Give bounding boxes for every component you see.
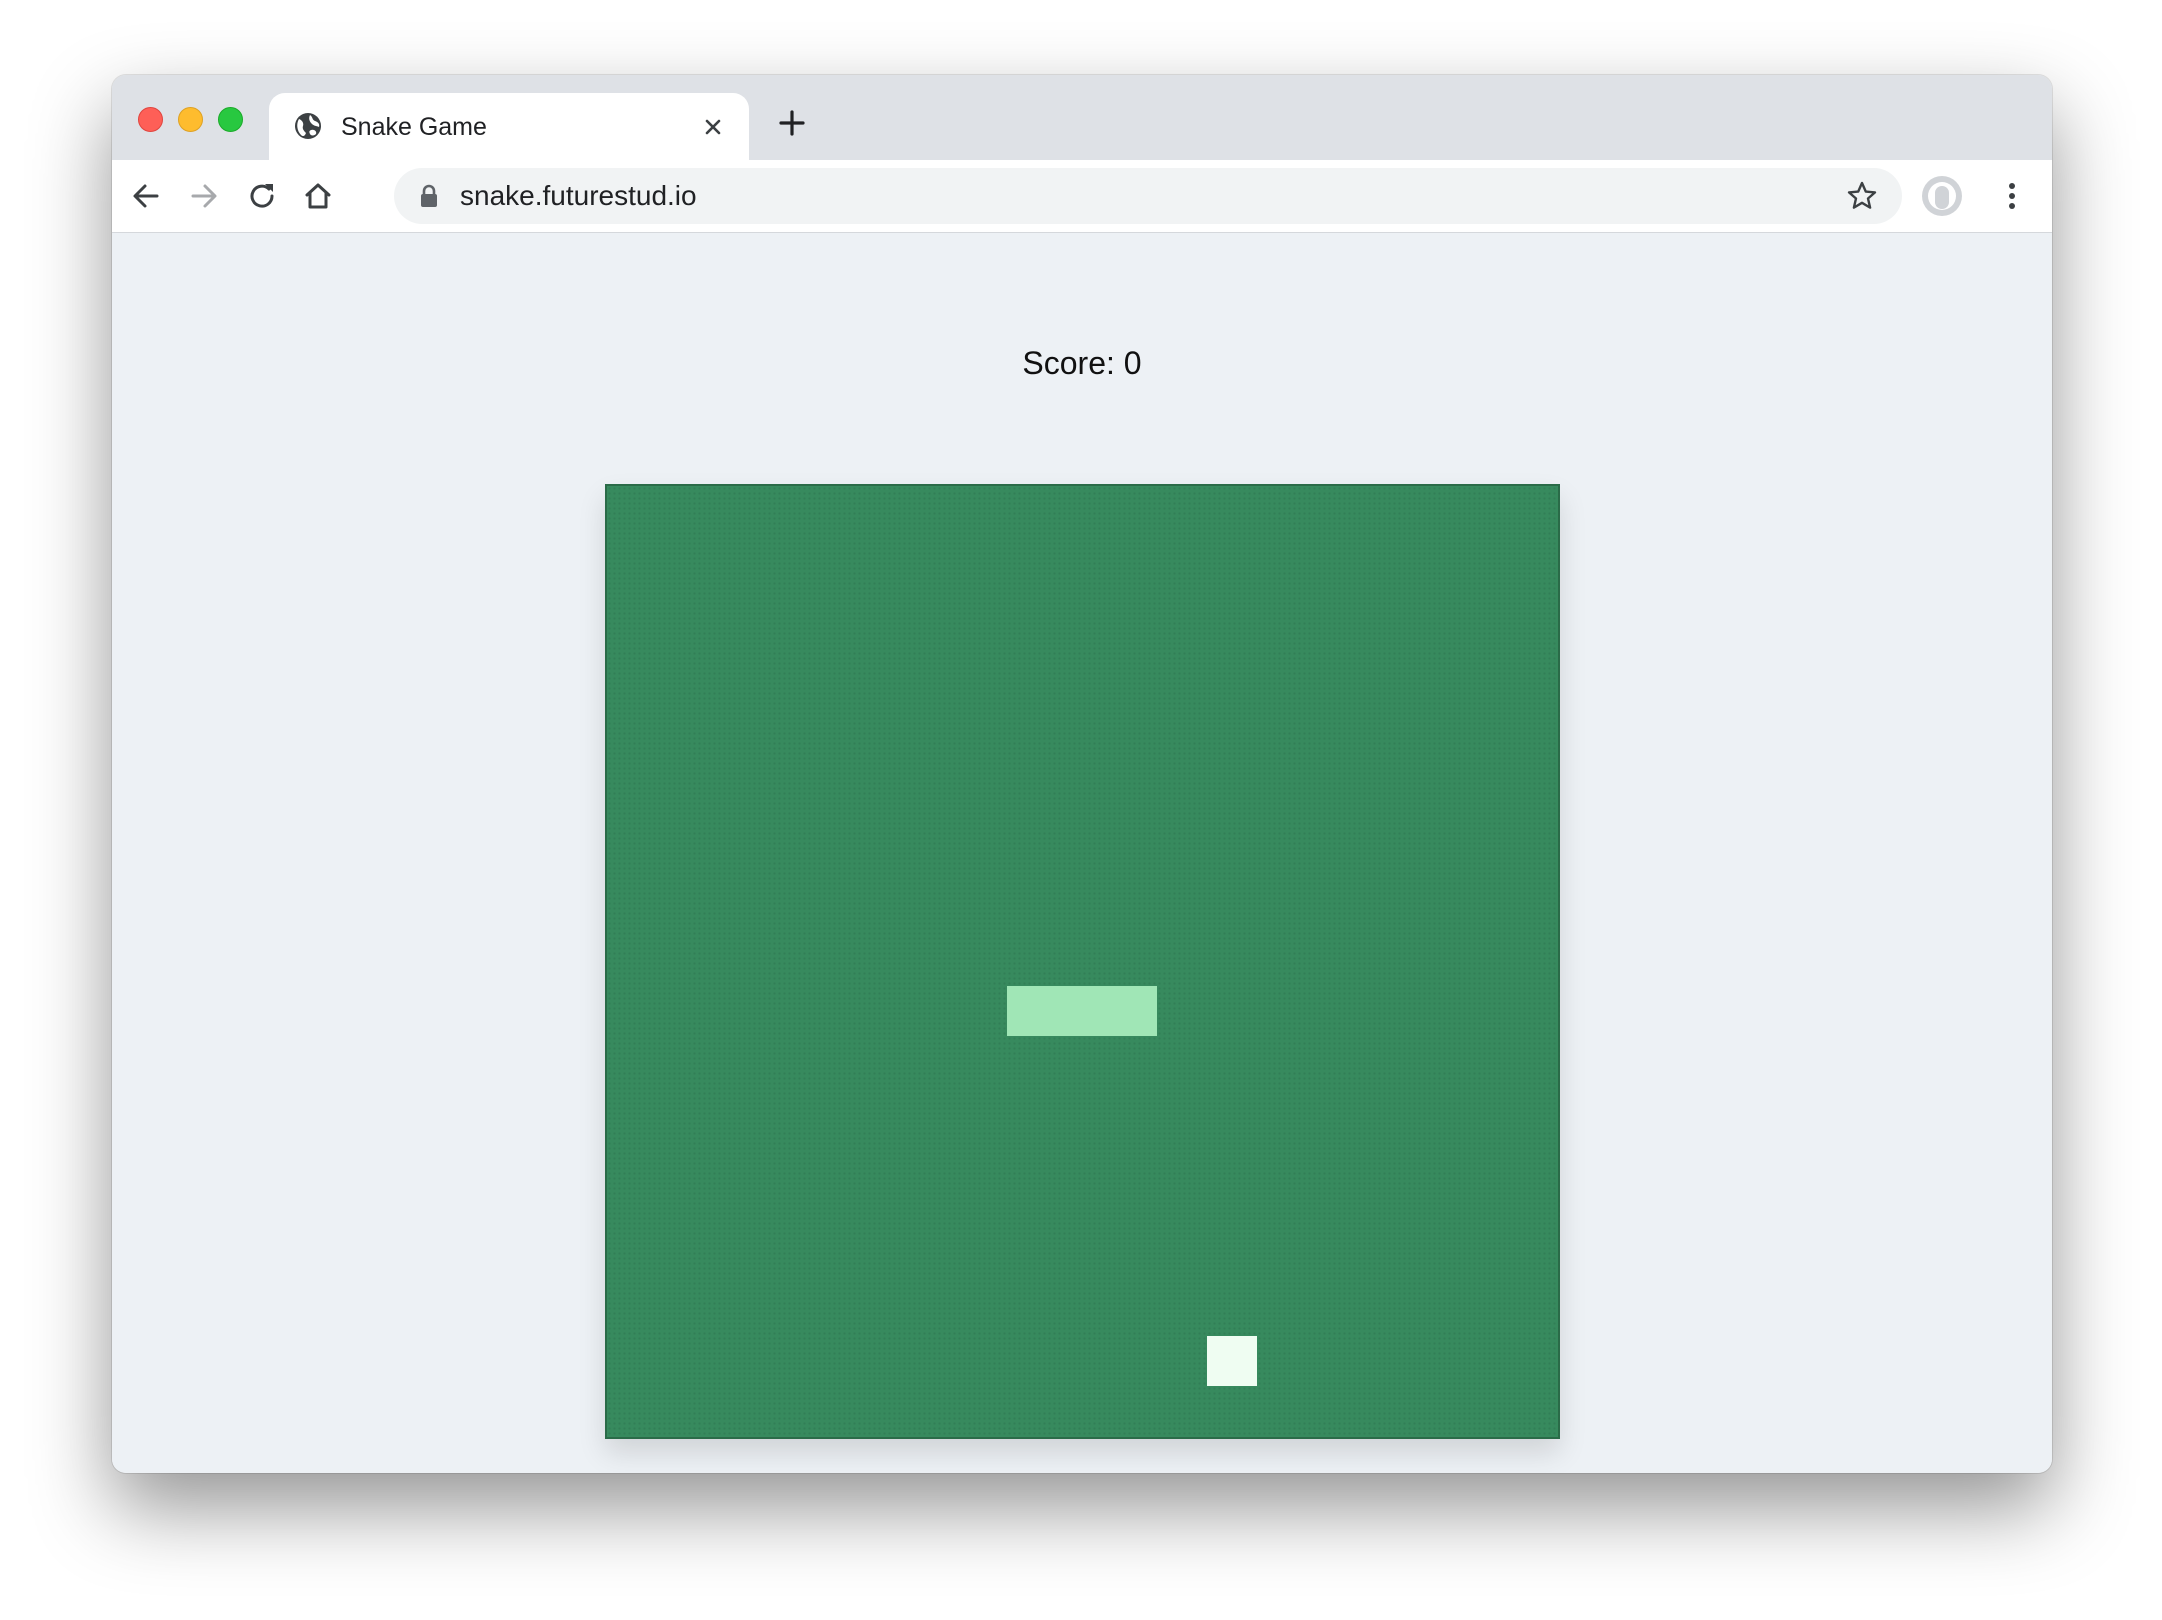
game-board[interactable] — [605, 484, 1560, 1439]
lock-icon — [421, 184, 437, 207]
close-icon[interactable] — [699, 113, 727, 141]
address-bar[interactable]: snake.futurestud.io — [394, 168, 1902, 224]
home-icon[interactable] — [300, 178, 336, 214]
plus-icon[interactable] — [776, 107, 808, 139]
reload-icon[interactable] — [244, 178, 280, 214]
arrow-left-icon[interactable] — [128, 178, 164, 214]
tab-snake-game[interactable]: Snake Game — [269, 93, 749, 160]
browser-window: Snake Game snake.futurestud.io Score: 0 — [112, 75, 2052, 1473]
star-icon[interactable] — [1846, 180, 1878, 212]
window-minimize-button[interactable] — [178, 107, 203, 132]
window-maximize-button[interactable] — [218, 107, 243, 132]
profile-icon — [1928, 182, 1956, 210]
url-text[interactable]: snake.futurestud.io — [460, 180, 697, 212]
globe-icon — [295, 113, 321, 139]
title-bar: Snake Game — [112, 75, 2052, 160]
tab-title: Snake Game — [341, 113, 487, 141]
kebab-menu-icon[interactable] — [1994, 178, 2030, 214]
snake — [1007, 986, 1157, 1036]
arrow-right-icon[interactable] — [186, 178, 222, 214]
window-close-button[interactable] — [138, 107, 163, 132]
avatar[interactable] — [1922, 176, 1962, 216]
score-display: Score: 0 — [112, 343, 2052, 383]
food-pellet — [1207, 1336, 1257, 1386]
browser-toolbar: snake.futurestud.io — [112, 160, 2052, 233]
score-value: 0 — [1123, 345, 1142, 381]
score-label: Score: — [1022, 345, 1115, 381]
page-content: Score: 0 — [112, 233, 2052, 1473]
